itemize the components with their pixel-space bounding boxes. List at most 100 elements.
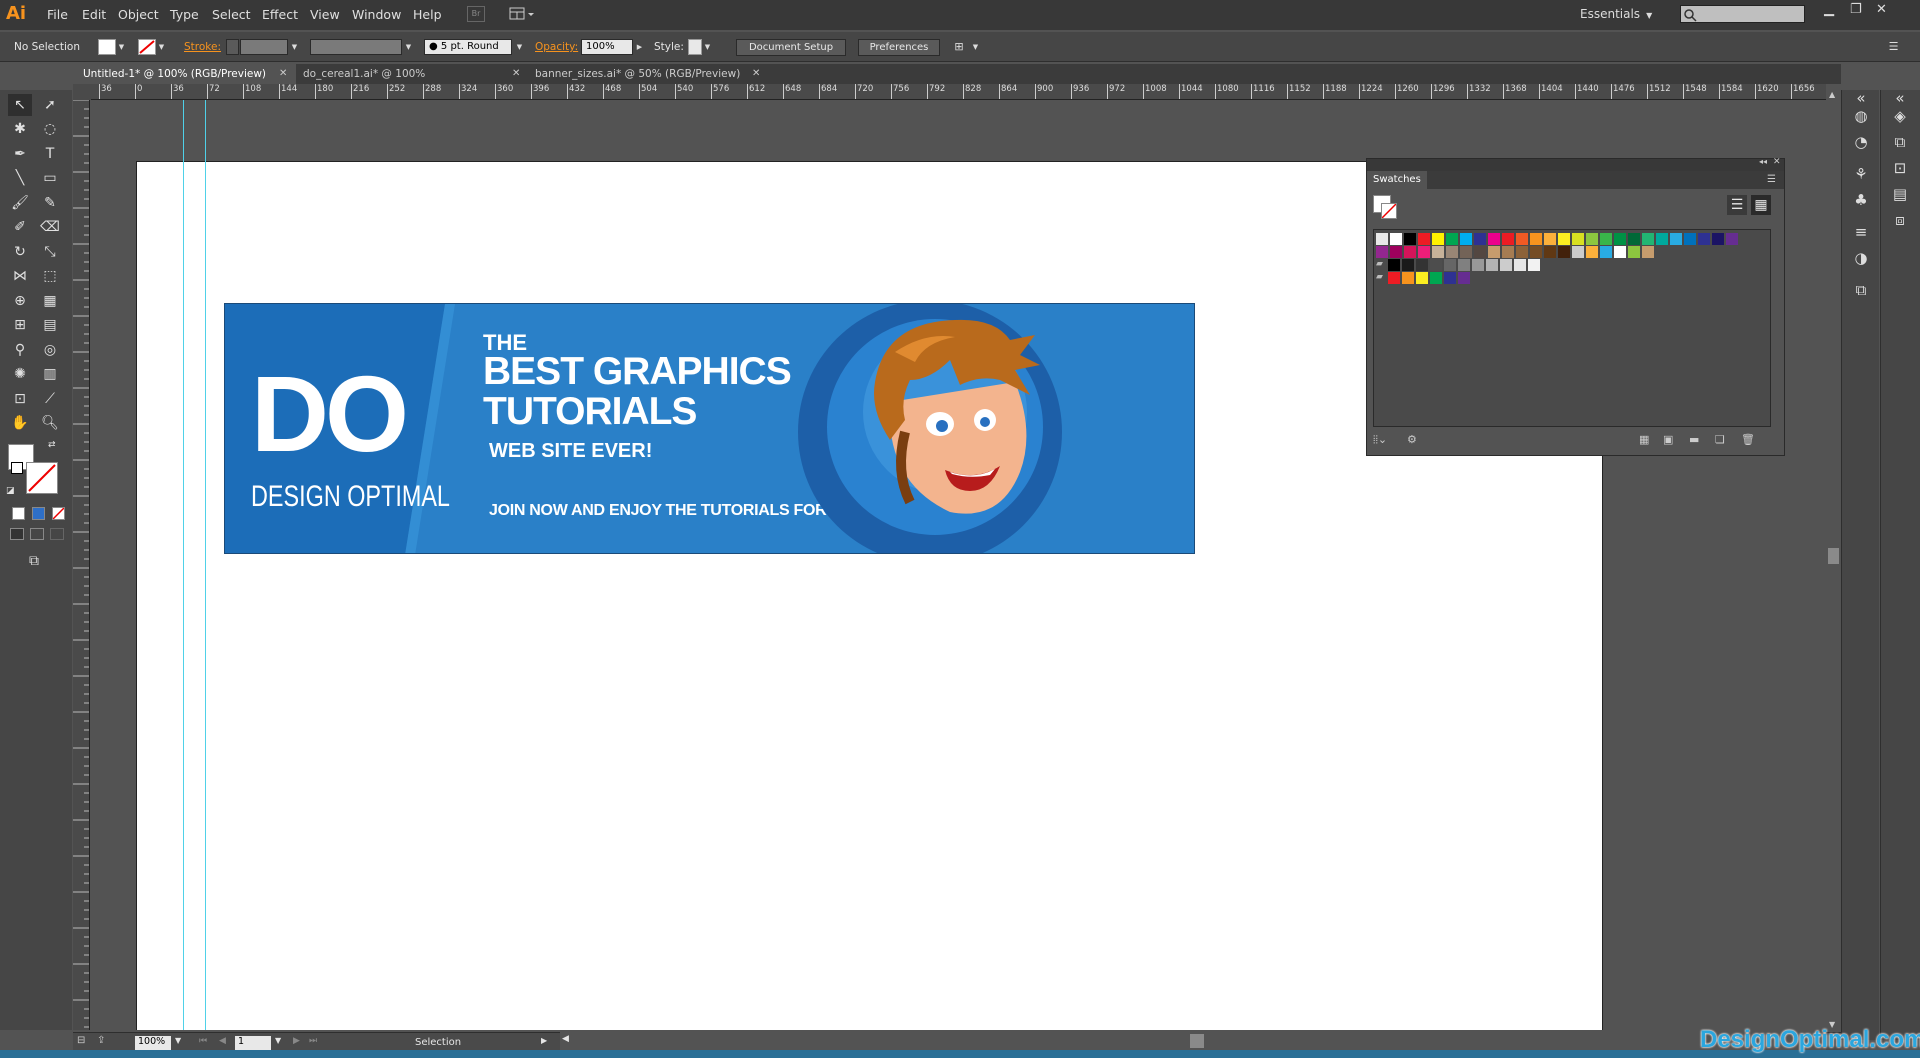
color-swatch[interactable] — [1558, 246, 1570, 258]
color-swatch[interactable] — [1472, 259, 1484, 271]
color-swatch[interactable] — [1726, 233, 1738, 245]
brushes-icon[interactable]: ⚘ — [1848, 162, 1874, 186]
color-group-folder-icon[interactable]: ▰ — [1376, 272, 1388, 284]
vertical-guide[interactable] — [183, 100, 184, 1030]
default-colors-icon[interactable]: ◪ — [6, 486, 15, 496]
horizontal-ruler[interactable]: 36 0 36 72 108 144 180 216 252 288 324 360 396 432 468… — [91, 84, 1826, 100]
close-icon[interactable]: ✕ — [279, 68, 287, 79]
zoom-tool-icon[interactable]: 🔍︎ — [38, 412, 62, 434]
restore-icon[interactable]: ❐ — [1850, 2, 1862, 17]
close-icon[interactable]: ✕ — [512, 68, 520, 79]
vertical-ruler[interactable] — [73, 100, 90, 1030]
color-swatch[interactable] — [1486, 259, 1498, 271]
color-swatch[interactable] — [1600, 246, 1612, 258]
color-swatch[interactable] — [1402, 272, 1414, 284]
direct-selection-tool-icon[interactable]: ➚ — [38, 94, 62, 116]
tab-untitled-1[interactable]: Untitled-1* @ 100% (RGB/Preview) — [76, 64, 296, 84]
scroll-left-icon[interactable]: ◀ — [562, 1034, 569, 1044]
menu-window[interactable]: Window — [352, 7, 401, 22]
swatch-options-icon[interactable]: ▦ — [1639, 433, 1649, 446]
color-group-icon[interactable]: ▣ — [1663, 433, 1673, 446]
gradient-tool-icon[interactable]: ▤ — [38, 314, 62, 336]
panel-titlebar[interactable]: ◂◂ ✕ — [1367, 157, 1784, 171]
width-tool-icon[interactable]: ⋈ — [8, 265, 32, 287]
color-swatch[interactable] — [1458, 259, 1470, 271]
selection-tool-icon[interactable]: ↖ — [8, 94, 32, 116]
swatch-libraries-icon[interactable]: ⦙⦙⌄ — [1373, 433, 1387, 447]
new-swatch-icon[interactable]: ❏ — [1715, 433, 1725, 446]
menu-help[interactable]: Help — [413, 7, 442, 22]
tab-banner-sizes[interactable]: banner_sizes.ai* @ 50% (RGB/Preview) — [528, 64, 748, 84]
document-info-icon[interactable]: ⇪ — [97, 1035, 105, 1046]
blob-brush-tool-icon[interactable]: ✐ — [8, 216, 32, 238]
color-swatch[interactable] — [1628, 246, 1640, 258]
pencil-tool-icon[interactable]: ✎ — [38, 192, 62, 214]
stroke-panel-icon[interactable]: ≡ — [1848, 220, 1874, 244]
minimize-icon[interactable]: ▁ — [1824, 2, 1834, 17]
none-mode-icon[interactable] — [52, 507, 65, 520]
opacity-field[interactable]: 100% — [581, 39, 633, 55]
color-swatch[interactable] — [1698, 233, 1710, 245]
stroke-swatch[interactable] — [1381, 203, 1397, 219]
vertical-scrollbar[interactable]: ▲ ▼ — [1826, 90, 1841, 1030]
trash-icon[interactable]: 🗑 — [1741, 433, 1755, 446]
perspective-grid-tool-icon[interactable]: ▦ — [38, 290, 62, 312]
color-swatch[interactable] — [1458, 272, 1470, 284]
color-swatch[interactable] — [1514, 259, 1526, 271]
close-icon[interactable]: ✕ — [752, 68, 760, 79]
workspace-switcher[interactable]: Essentials ▼ — [1580, 7, 1652, 21]
gradient-mode-icon[interactable] — [32, 507, 45, 520]
first-artboard-icon[interactable]: ⏮ — [199, 1036, 207, 1046]
rectangle-tool-icon[interactable]: ▭ — [38, 167, 62, 189]
chevron-down-icon[interactable]: ▼ — [116, 39, 127, 55]
chevron-down-icon[interactable]: ▼ — [702, 39, 713, 55]
menu-object[interactable]: Object — [118, 7, 159, 22]
vertical-guide[interactable] — [205, 100, 206, 1030]
chevron-right-icon[interactable]: ▶ — [634, 39, 645, 55]
artboard-tool-icon[interactable]: ⊡ — [8, 388, 32, 410]
mesh-tool-icon[interactable]: ⊞ — [8, 314, 32, 336]
paintbrush-tool-icon[interactable]: 🖌 — [8, 192, 32, 214]
grid-view-icon[interactable]: ▦ — [1751, 195, 1771, 215]
chevron-right-icon[interactable]: ▶ — [541, 1036, 547, 1045]
chevron-down-icon[interactable]: ▼ — [970, 39, 981, 55]
panel-menu-icon[interactable]: ☰ — [1767, 174, 1776, 185]
free-transform-tool-icon[interactable]: ⬚ — [38, 265, 62, 287]
blend-tool-icon[interactable]: ◎ — [38, 339, 62, 361]
list-view-icon[interactable]: ☰ — [1727, 195, 1747, 215]
color-swatch[interactable] — [1488, 246, 1500, 258]
banner-artwork[interactable]: DO DESIGN OPTIMAL THE BEST GRAPHICS TUTO… — [224, 303, 1195, 554]
close-icon[interactable]: ✕ — [1773, 157, 1781, 167]
color-swatch[interactable] — [1376, 233, 1388, 245]
collapse-icon[interactable]: ◂◂ — [1759, 157, 1767, 166]
last-artboard-icon[interactable]: ⏭ — [309, 1036, 317, 1046]
type-tool-icon[interactable]: T — [38, 143, 62, 165]
color-swatch[interactable] — [1430, 259, 1442, 271]
color-swatch[interactable] — [1430, 272, 1442, 284]
color-swatch[interactable] — [1572, 246, 1584, 258]
scale-tool-icon[interactable]: ⤡ — [38, 241, 62, 263]
menu-type[interactable]: Type — [170, 7, 199, 22]
color-swatch[interactable] — [1628, 233, 1640, 245]
stroke-color-swatch[interactable] — [138, 39, 156, 55]
slice-tool-icon[interactable]: ⟋ — [38, 388, 62, 410]
chevron-down-icon[interactable]: ▼ — [403, 39, 414, 55]
isolate-icon[interactable]: ⊞ — [952, 39, 966, 55]
color-swatch[interactable] — [1516, 233, 1528, 245]
chevron-down-icon[interactable]: ▼ — [275, 1036, 281, 1045]
scroll-thumb[interactable] — [1190, 1034, 1204, 1048]
hand-tool-icon[interactable]: ✋ — [8, 412, 32, 434]
arrange-documents-button[interactable] — [508, 6, 538, 22]
variable-width-profile[interactable] — [310, 39, 402, 55]
close-icon[interactable]: ✕ — [1876, 2, 1887, 17]
color-swatch[interactable] — [1416, 272, 1428, 284]
scroll-up-icon[interactable]: ▲ — [1829, 90, 1835, 99]
stroke-label[interactable]: Stroke: — [184, 41, 221, 53]
brush-definition[interactable]: ● 5 pt. Round — [424, 39, 512, 55]
line-tool-icon[interactable]: ╲ — [8, 167, 32, 189]
color-swatch[interactable] — [1432, 246, 1444, 258]
fill-color-swatch[interactable] — [98, 39, 116, 55]
color-swatch[interactable] — [1558, 233, 1570, 245]
bridge-button[interactable]: Br — [467, 6, 485, 22]
color-swatch[interactable] — [1516, 246, 1528, 258]
